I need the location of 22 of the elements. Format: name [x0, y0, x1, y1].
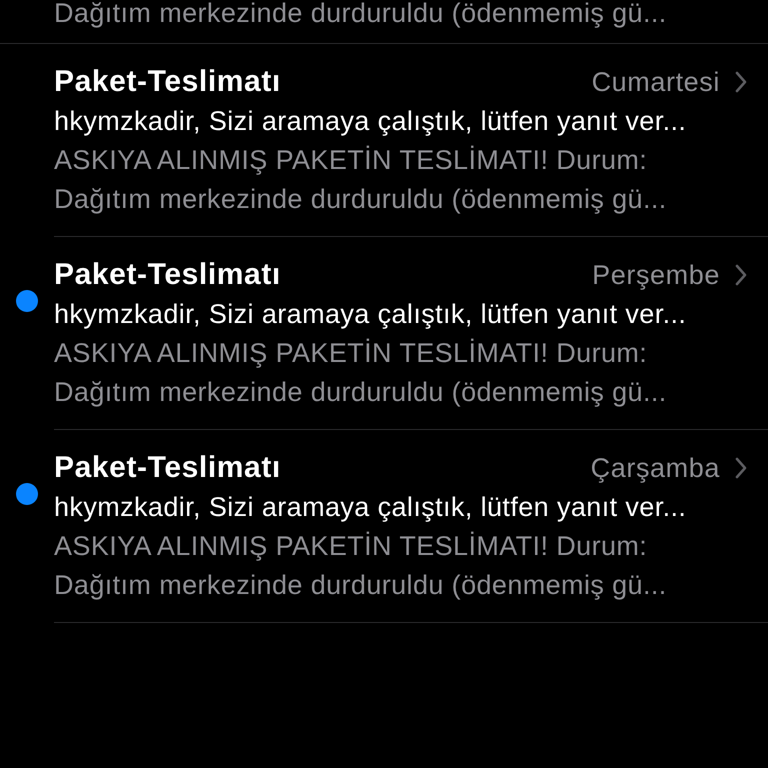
chevron-icon: [734, 456, 748, 480]
message-subject: hkymzkadir, Sizi aramaya çalıştık, lütfen yanıt ver...: [54, 491, 688, 524]
sender-name: Paket-Teslimatı: [54, 65, 282, 99]
message-date: Cumartesi: [592, 66, 720, 98]
message-row[interactable]: Paket-Teslimatı Perşembe hkymzkadir, Sizi aramaya çalıştık, lütfen yanıt ver... ASKIYA ALINMIŞ PAKETİN TESLİMATI! Durum: Dağıtım merkezinde durduruldu (ödenmemiş gü...: [0, 237, 768, 430]
message-preview: Dağıtım merkezinde durduruldu (ödenmemiş gü...: [54, 0, 668, 26]
message-row[interactable]: Paket-Teslimatı Cumartesi hkymzkadir, Sizi aramaya çalıştık, lütfen yanıt ver... ASKIYA ALINMIŞ PAKETİN TESLİMATI! Durum: Dağıtım merkezinde durduruldu (ödenmemiş gü...: [0, 44, 768, 237]
message-preview: Dağıtım merkezinde durduruldu (ödenmemiş gü...: [54, 183, 668, 216]
message-subject: hkymzkadir, Sizi aramaya çalıştık, lütfen yanıt ver...: [54, 298, 688, 331]
message-preview: ASKIYA ALINMIŞ PAKETİN TESLİMATI! Durum:: [54, 530, 648, 563]
sender-name: Paket-Teslimatı: [54, 451, 282, 485]
message-date: Çarşamba: [590, 452, 720, 484]
message-date: Perşembe: [592, 260, 720, 290]
message-preview: Dağıtım merkezinde durduruldu (ödenmemiş gü...: [54, 569, 668, 602]
message-preview: Dağıtım merkezinde durduruldu (ödenmemiş gü...: [54, 376, 668, 409]
message-subject: hkymzkadir, Sizi aramaya çalıştık, lütfen yanıt ver...: [54, 105, 688, 138]
chevron-icon: [734, 263, 748, 287]
sender-name: Paket-Teslimatı: [54, 258, 282, 292]
message-row[interactable]: Paket-Teslimatı Çarşamba hkymzkadir, Sizi aramaya çalıştık, lütfen yanıt ver... ASKIYA ALINMIŞ PAKETİN TESLİMATI! Durum: Dağıtım merkezinde durduruldu (ödenmemiş gü...: [0, 430, 768, 623]
message-preview: ASKIYA ALINMIŞ PAKETİN TESLİMATI! Durum:: [54, 337, 648, 370]
message-preview: ASKIYA ALINMIŞ PAKETİN TESLİMATI! Durum:: [54, 144, 648, 177]
chevron-icon: [734, 70, 748, 94]
